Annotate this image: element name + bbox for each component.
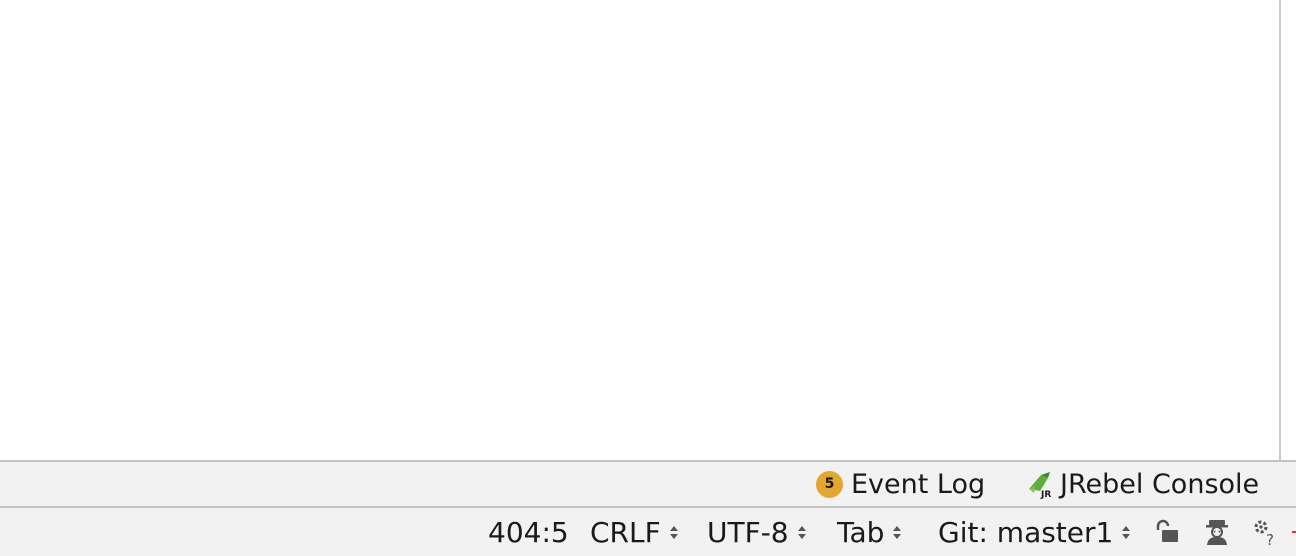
event-log-count-badge: 5 — [816, 470, 843, 498]
lock-open-icon[interactable] — [1153, 518, 1181, 546]
event-log-tab[interactable]: 5 Event Log — [816, 462, 985, 506]
vcs-branch-text: Git: master1 — [938, 515, 1114, 549]
encoding-selector[interactable]: UTF-8 — [707, 508, 806, 556]
jrebel-console-tab[interactable]: JR JRebel Console — [1026, 462, 1259, 506]
event-log-label: Event Log — [851, 468, 986, 500]
jrebel-icon: JR — [1026, 469, 1056, 499]
tool-window-bar: 5 Event Log JR JRebel Console — [0, 460, 1296, 506]
jrebel-console-label: JRebel Console — [1060, 468, 1260, 500]
encoding-text: UTF-8 — [707, 515, 789, 549]
editor-vertical-scrollbar[interactable] — [1279, 0, 1296, 460]
svg-text:JR: JR — [1040, 490, 1051, 499]
memory-indicator-icon[interactable]: ? — [1252, 518, 1280, 549]
up-down-arrows-icon — [893, 525, 902, 539]
indent-text: Tab — [837, 515, 885, 549]
caret-position-indicator[interactable]: 404:5 — [488, 508, 569, 556]
status-bar: 404:5 CRLF UTF-8 Tab Git: master1 ? — [0, 506, 1296, 556]
indent-selector[interactable]: Tab — [837, 508, 902, 556]
svg-text:?: ? — [1266, 531, 1274, 546]
overflow-indicator — [1292, 531, 1296, 533]
editor-area[interactable] — [0, 0, 1279, 460]
line-separator-text: CRLF — [590, 515, 661, 549]
up-down-arrows-icon — [1122, 525, 1131, 539]
vcs-branch-selector[interactable]: Git: master1 — [938, 508, 1131, 556]
hector-inspector-icon[interactable] — [1203, 518, 1231, 546]
line-separator-selector[interactable]: CRLF — [590, 508, 678, 556]
up-down-arrows-icon — [797, 525, 806, 539]
up-down-arrows-icon — [669, 525, 678, 539]
caret-position-text: 404:5 — [488, 515, 569, 549]
